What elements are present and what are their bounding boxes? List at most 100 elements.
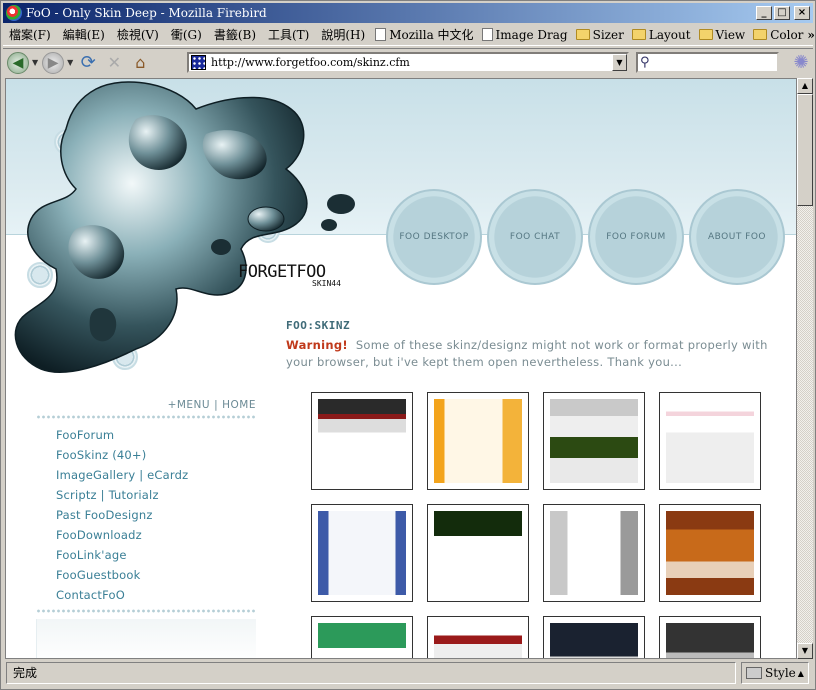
skin-thumbnail[interactable]	[311, 616, 413, 658]
back-button[interactable]: ◀	[7, 51, 29, 74]
site-favicon-icon	[191, 55, 206, 70]
bookmark-label: Color	[770, 27, 804, 42]
page-content[interactable]: FOO DESKTOP FOO CHAT FOO FORUM ABOUT FOO…	[5, 78, 797, 659]
menu-file[interactable]: 檔案(F)	[3, 26, 57, 43]
folder-icon	[698, 29, 713, 40]
bookmark-label: Layout	[648, 27, 691, 42]
url-dropdown-button[interactable]: ▼	[612, 54, 627, 71]
vertical-scrollbar[interactable]: ▲ ▼	[797, 78, 813, 659]
menu-view[interactable]: 檢視(V)	[111, 26, 165, 43]
search-box[interactable]: ⚲	[636, 52, 779, 73]
side-link-scriptz[interactable]: Scriptz | Tutorialz	[56, 485, 188, 505]
bookmark-label: View	[715, 27, 746, 42]
home-button[interactable]: ⌂	[129, 52, 151, 74]
menu-tools[interactable]: 工具(T)	[262, 26, 315, 43]
bookmarks-overflow-chevron[interactable]: »	[807, 28, 816, 42]
style-icon	[746, 667, 762, 679]
skin-thumbnail[interactable]	[311, 392, 413, 490]
nav-circle-foo-desktop[interactable]: FOO DESKTOP	[386, 189, 482, 285]
side-link-past-foodesignz[interactable]: Past FooDesignz	[56, 505, 188, 525]
nav-circle-label: FOO DESKTOP	[399, 232, 469, 242]
skin-thumbnail[interactable]	[543, 616, 645, 658]
home-icon: ⌂	[135, 53, 146, 72]
back-history-dropdown[interactable]: ▼	[32, 58, 38, 67]
skin-thumbnail[interactable]	[543, 504, 645, 602]
warning-text: Some of these skinz/designz might not wo…	[286, 338, 768, 369]
warning-label: Warning!	[286, 338, 348, 352]
search-icon[interactable]: ⚲	[640, 55, 656, 71]
side-link-fooguestbook[interactable]: FooGuestbook	[56, 565, 188, 585]
scroll-thumb[interactable]	[797, 94, 813, 206]
maximize-button[interactable]: □	[774, 6, 790, 20]
skin-thumbnail[interactable]	[427, 616, 529, 658]
section-title: FOO:SKINZ	[286, 319, 351, 332]
style-switcher-button[interactable]: Style ▲	[741, 662, 809, 684]
status-bar: 完成 Style ▲	[3, 660, 813, 686]
folder-icon	[753, 29, 768, 40]
skin-thumbnail[interactable]	[543, 392, 645, 490]
skin-thumbnail[interactable]	[427, 392, 529, 490]
folder-icon	[575, 29, 590, 40]
skin-thumbnail[interactable]	[659, 504, 761, 602]
close-button[interactable]: ×	[794, 6, 810, 20]
nav-circle-label: FOO FORUM	[606, 232, 666, 242]
navigation-toolbar: ◀ ▼ ▶ ▼ ⟳ ✕ ⌂ http://www.forgetfoo.com/s…	[3, 48, 813, 76]
menu-edit[interactable]: 編輯(E)	[57, 26, 111, 43]
folder-icon	[631, 29, 646, 40]
bookmark-folder-sizer[interactable]: Sizer	[572, 28, 628, 42]
forward-arrow-icon: ▶	[47, 54, 59, 71]
bookmark-label: Image Drag	[495, 27, 568, 42]
stop-icon: ✕	[107, 53, 122, 72]
throbber-icon: ✺	[793, 52, 809, 73]
scroll-down-button[interactable]: ▼	[797, 643, 813, 659]
menu-help[interactable]: 說明(H)	[315, 26, 371, 43]
nav-circle-label: FOO CHAT	[509, 232, 561, 242]
side-link-foodownloadz[interactable]: FooDownloadz	[56, 525, 188, 545]
side-link-fooskinz[interactable]: FooSkinz (40+)	[56, 445, 188, 465]
menu-go[interactable]: 衝(G)	[165, 26, 208, 43]
skin-thumbnail[interactable]	[659, 392, 761, 490]
side-link-imagegallery[interactable]: ImageGallery | eCardz	[56, 465, 188, 485]
side-link-foolinkage[interactable]: FooLink'age	[56, 545, 188, 565]
minimize-button[interactable]: _	[756, 6, 772, 20]
forward-button[interactable]: ▶	[42, 51, 65, 74]
page-icon	[375, 28, 387, 41]
side-link-fooforum[interactable]: FooForum	[56, 425, 188, 445]
bookmark-folder-layout[interactable]: Layout	[628, 28, 695, 42]
skin-thumbnail[interactable]	[659, 616, 761, 658]
back-arrow-icon: ◀	[12, 54, 24, 71]
side-menu: FooForum FooSkinz (40+) ImageGallery | e…	[56, 425, 188, 605]
stop-button[interactable]: ✕	[103, 52, 125, 74]
reload-icon: ⟳	[80, 52, 96, 73]
warning-paragraph: Warning! Some of these skinz/designz mig…	[286, 337, 788, 371]
url-bar[interactable]: http://www.forgetfoo.com/skinz.cfm ▼	[187, 52, 629, 73]
nav-circle-foo-forum[interactable]: FOO FORUM	[588, 189, 684, 285]
firebird-app-icon	[6, 5, 22, 21]
bookmark-label: Mozilla 中文化	[389, 28, 474, 42]
forward-history-dropdown[interactable]: ▼	[67, 58, 73, 67]
menu-bookmarks[interactable]: 書籤(B)	[208, 26, 262, 43]
search-input[interactable]	[656, 56, 771, 69]
style-label: Style	[765, 666, 796, 680]
scroll-up-button[interactable]: ▲	[797, 78, 813, 94]
window-title: FoO - Only Skin Deep - Mozilla Firebird	[26, 6, 267, 20]
reload-button[interactable]: ⟳	[77, 52, 99, 74]
menu-separator: |	[214, 399, 219, 411]
url-text[interactable]: http://www.forgetfoo.com/skinz.cfm	[211, 56, 612, 69]
side-link-contactfoo[interactable]: ContactFoO	[56, 585, 188, 605]
status-text: 完成	[6, 662, 736, 684]
bookmark-image-drag[interactable]: Image Drag	[478, 28, 572, 42]
skin-thumbnail[interactable]	[427, 504, 529, 602]
nav-circle-about-foo[interactable]: ABOUT FOO	[689, 189, 785, 285]
bookmark-mozilla-chinese[interactable]: Mozilla 中文化	[371, 26, 477, 43]
nav-circle-foo-chat[interactable]: FOO CHAT	[487, 189, 583, 285]
home-link[interactable]: HOME	[222, 399, 256, 411]
nav-circle-label: ABOUT FOO	[707, 232, 767, 242]
chevron-up-icon: ▲	[797, 668, 804, 678]
bookmark-folder-view[interactable]: View	[695, 28, 750, 42]
menu-toggle-link[interactable]: +MENU	[168, 399, 211, 411]
bookmark-folder-color[interactable]: Color	[749, 28, 807, 42]
page-icon	[481, 28, 493, 41]
skin-thumbnail[interactable]	[311, 504, 413, 602]
bookmark-label: Sizer	[592, 27, 624, 42]
